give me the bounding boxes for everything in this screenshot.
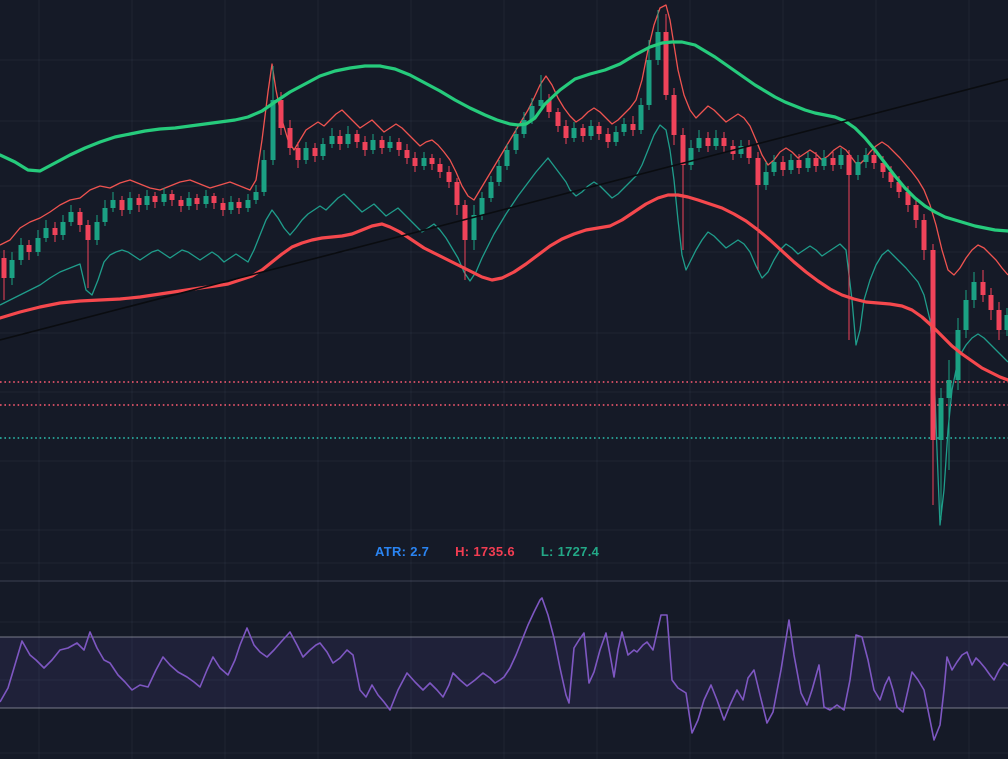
pane-separator[interactable]: [0, 580, 1008, 582]
atr-value: ATR: 2.7: [375, 544, 430, 559]
trading-chart-app: ATR: 2.7 H: 1735.6 L: 1727.4: [0, 0, 1008, 759]
indicator-values-label: ATR: 2.7 H: 1735.6 L: 1727.4: [375, 544, 621, 559]
chart-canvas[interactable]: [0, 0, 1008, 759]
high-value: H: 1735.6: [455, 544, 515, 559]
low-value: L: 1727.4: [540, 544, 600, 559]
candles-layer: [1, 10, 1008, 520]
